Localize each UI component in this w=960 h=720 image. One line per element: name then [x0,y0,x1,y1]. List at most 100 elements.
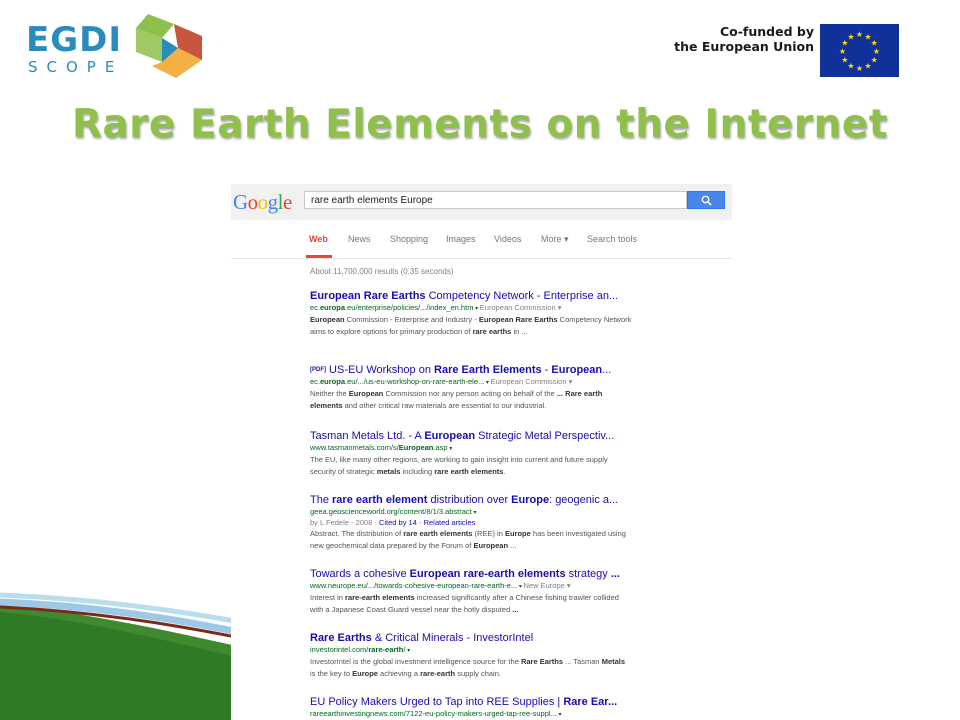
dropdown-arrow-icon[interactable]: ▾ [557,712,561,718]
text-segment: www.neurope.eu/.../towards-cohesive-euro… [310,581,518,590]
text-segment: Towards a cohesive [310,568,410,580]
search-result: EU Policy Makers Urged to Tap into REE S… [310,696,730,720]
result-url: ec.europa.eu/enterprise/policies/.../ind… [310,303,730,314]
text-segment: Competency Network - Enterprise an... [425,290,619,302]
highlighted-term: Europe [511,494,550,506]
slide-title: Rare Earth Elements on the Internet [71,102,889,147]
highlighted-term: europa [320,377,346,386]
search-icon [701,195,712,206]
google-header: Google rare earth elements Europe [231,184,732,220]
result-title-link[interactable]: European Rare Earths Competency Network … [310,290,730,303]
text-segment: ... [508,540,517,550]
text-segment: Commission - Enterprise and Industry - [344,315,479,324]
result-snippet: Abstract. The distribution of rare earth… [310,528,632,551]
eu-line-1: Co-funded by [719,24,814,39]
google-logo-letter: g [267,190,279,214]
highlighted-term: European Rare Earths [478,315,558,324]
tab-shopping[interactable]: Shopping [390,234,428,244]
result-meta: by L Fedele - 2008 - Cited by 14 - Relat… [310,518,730,528]
text-segment: supply chain. [455,668,501,678]
highlighted-term: Rare Earths [310,632,372,644]
result-snippet: The EU, like many other regions, are wor… [310,454,632,477]
tab-images[interactable]: Images [446,234,476,244]
result-url: ec.europa.eu/.../us-eu-workshop-on-rare-… [310,377,730,388]
text-segment: ec. [310,377,321,386]
google-logo-letter: e [283,190,292,214]
result-title-link[interactable]: Towards a cohesive European rare-earth e… [310,568,730,581]
highlighted-term: Rare Earths [520,657,564,666]
result-url: rareearthinvestingnews.com/7122-eu-polic… [310,709,730,720]
egdi-logo-subtext: SCOPE [28,58,124,76]
search-result: Towards a cohesive European rare-earth e… [310,568,730,615]
eu-flag: ★ ★ ★ ★ ★ ★ ★ ★ ★ ★ ★ ★ [820,24,899,77]
search-result: The rare earth element distribution over… [310,494,730,551]
dropdown-arrow-icon[interactable]: ▾ [448,446,452,452]
tab-search-tools[interactable]: Search tools [587,234,637,244]
eu-star-icon: ★ [839,47,846,56]
result-title-link[interactable]: [PDF] US-EU Workshop on Rare Earth Eleme… [310,364,730,377]
result-url: www.tasmanmetals.com/s/European.asp ▾ [310,443,730,454]
result-stats: About 11,700,000 results (0.35 seconds) [310,267,454,276]
text-segment: achieving a [377,668,421,678]
text-segment: strategy [565,568,611,580]
highlighted-term: European [398,443,434,452]
highlighted-term: ... [512,604,519,614]
text-segment: investorintel.com/ [310,645,369,654]
cited-by-link[interactable]: Cited by 14 [379,518,417,527]
search-result: Tasman Metals Ltd. - A European Strategi… [310,430,730,477]
highlighted-term: rare earth elements [434,466,504,476]
highlighted-term: Rare Ear... [563,696,618,708]
egdi-logo-text: EGDI [26,20,123,60]
egdi-scope-logo: EGDI SCOPE [26,14,206,84]
text-segment: Commission nor any person acting on beha… [383,389,557,398]
google-search-screenshot: Google rare earth elements Europe Web Ne… [231,184,732,720]
text-segment: in ... [511,326,528,336]
result-title-link[interactable]: Rare Earths & Critical Minerals - Invest… [310,632,730,645]
tab-videos[interactable]: Videos [494,234,521,244]
search-button[interactable] [687,191,725,209]
text-segment: is the key to [310,668,353,678]
highlighted-term: rare earth element [332,494,428,506]
highlighted-term: europa [320,303,346,312]
text-segment: and other critical raw materials are ess… [342,400,547,410]
result-snippet: European Commission - Enterprise and Ind… [310,314,632,337]
result-title-link[interactable]: Tasman Metals Ltd. - A European Strategi… [310,430,730,443]
text-segment: & Critical Minerals - InvestorIntel [371,632,534,644]
highlighted-term: rare earth elements [403,529,473,538]
meta-separator: - [416,518,424,527]
tab-more[interactable]: More ▾ [541,234,569,245]
search-input[interactable]: rare earth elements Europe [304,191,687,209]
result-source: European Commission ▾ [479,303,562,312]
text-segment: Tasman Metals Ltd. - A [310,430,425,442]
highlighted-term: European [473,540,509,550]
highlighted-term: Europe [352,668,378,678]
text-segment: US-EU Workshop on [326,364,435,376]
result-title-link[interactable]: EU Policy Makers Urged to Tap into REE S… [310,696,730,709]
text-segment: ec. [310,303,321,312]
eu-stars-icon: ★ ★★★★★★★★★★★ [839,30,880,73]
active-tab-indicator [306,255,332,258]
text-segment: .eu/.../us-eu-workshop-on-rare-earth-ele… [345,377,485,386]
result-author: by L Fedele - 2008 - [310,518,379,527]
text-segment: including [400,466,435,476]
text-segment: Interest in [310,593,346,602]
search-result: European Rare Earths Competency Network … [310,290,730,337]
highlighted-term: Europe [504,529,531,538]
result-source: New Europe ▾ [523,581,571,590]
related-articles-link[interactable]: Related articles [424,518,476,527]
google-logo[interactable]: Google [233,190,292,215]
highlighted-term: metals [376,466,401,476]
dropdown-arrow-icon[interactable]: ▾ [472,510,476,516]
text-segment: InvestorIntel is the global investment i… [310,657,521,666]
dropdown-arrow-icon[interactable]: ▾ [405,648,410,654]
tab-news[interactable]: News [348,234,371,244]
highlighted-term: European [551,364,603,376]
result-title-link[interactable]: The rare earth element distribution over… [310,494,730,507]
text-segment: The [310,494,333,506]
tab-web[interactable]: Web [309,234,328,244]
search-tabs: Web News Shopping Images Videos More ▾ S… [231,220,732,259]
highlighted-term: rare-earth elements [345,593,415,602]
text-segment: ... [602,364,612,376]
eu-star-icon: ★ [847,62,854,71]
result-snippet: InvestorIntel is the global investment i… [310,656,632,679]
